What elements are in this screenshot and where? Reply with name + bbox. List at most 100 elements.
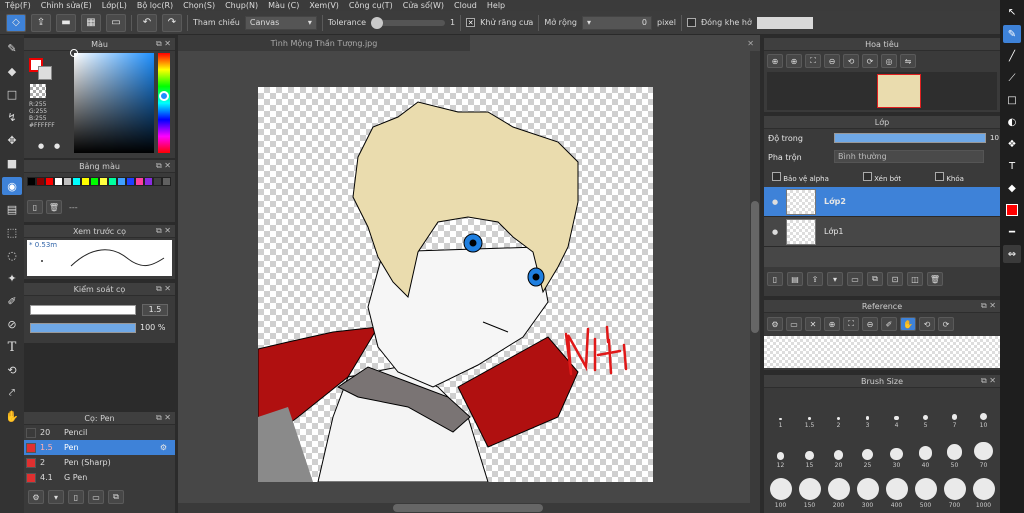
slider-knob[interactable]: [371, 16, 384, 29]
palette-swatch[interactable]: [135, 177, 144, 186]
menu-item[interactable]: Công cụ(T): [344, 1, 398, 10]
close-document-icon[interactable]: ✕: [747, 39, 754, 48]
brush-size-cell[interactable]: 20: [824, 429, 853, 469]
protect-alpha-option[interactable]: Bảo vệ alpha: [772, 172, 829, 183]
zoom-in-2-icon[interactable]: ⊕: [786, 54, 802, 68]
brush-size-cell[interactable]: 40: [911, 429, 940, 469]
cursor-icon[interactable]: ↖: [1003, 3, 1021, 21]
ref-open-icon[interactable]: ▭: [786, 317, 802, 331]
rotate-right-icon[interactable]: ⟳: [862, 54, 878, 68]
menu-item[interactable]: Cloud: [449, 1, 482, 10]
brush-size-cell[interactable]: 400: [882, 469, 911, 509]
eraser-icon[interactable]: ◆: [1003, 179, 1021, 197]
menu-item[interactable]: Lớp(L): [97, 1, 132, 10]
brush-opacity-slider[interactable]: [30, 323, 136, 333]
brush-size-cell[interactable]: 700: [940, 469, 969, 509]
brush-size-cell[interactable]: 1: [766, 389, 795, 429]
brush-size-cell[interactable]: 150: [795, 469, 824, 509]
reset-rotation-icon[interactable]: ◎: [881, 54, 897, 68]
palette-swatch[interactable]: [117, 177, 126, 186]
new-layer-icon[interactable]: ▯: [767, 272, 783, 286]
ref-rotate-right-icon[interactable]: ⟳: [938, 317, 954, 331]
delete-palette-icon[interactable]: 🗑: [46, 200, 62, 214]
ref-zoom-in-icon[interactable]: ⊕: [824, 317, 840, 331]
saturation-value-picker[interactable]: [70, 49, 154, 153]
close-gap-checkbox[interactable]: [686, 18, 696, 27]
line-width-icon[interactable]: ━: [1003, 223, 1021, 241]
panel-close-icon[interactable]: ⧉ ✕: [156, 226, 171, 236]
color-swatch[interactable]: [1003, 201, 1021, 219]
move-tool-icon[interactable]: ✥: [2, 131, 22, 149]
clear-layer-icon[interactable]: ◫: [907, 272, 923, 286]
brush-row[interactable]: 1.5 Pen ⚙: [24, 440, 175, 455]
brush-size-cell[interactable]: 4: [882, 389, 911, 429]
brush-settings-icon[interactable]: ⚙: [28, 490, 44, 504]
background-color-swatch[interactable]: [38, 66, 52, 80]
palette-swatch[interactable]: [63, 177, 72, 186]
brush-settings-icon[interactable]: ⚙: [160, 443, 167, 452]
navigator-preview[interactable]: [767, 72, 997, 110]
menu-item[interactable]: Bộ lọc(R): [132, 1, 178, 10]
menu-item[interactable]: Xem(V): [304, 1, 344, 10]
new-raster-icon[interactable]: ▤: [787, 272, 803, 286]
swap-icon[interactable]: ⇔: [1003, 245, 1021, 263]
rect-tool-icon[interactable]: □: [1003, 91, 1021, 109]
vertical-scrollbar[interactable]: [750, 51, 760, 513]
brush-size-cell[interactable]: 100: [766, 469, 795, 509]
clipping-checkbox[interactable]: [862, 172, 872, 181]
panel-close-icon[interactable]: ⧉ ✕: [156, 413, 171, 423]
palette-swatch[interactable]: [72, 177, 81, 186]
close-gap-slider[interactable]: [756, 16, 813, 29]
hand-tool-icon[interactable]: ✋: [2, 407, 22, 425]
brush-size-cell[interactable]: 50: [940, 429, 969, 469]
zoom-out-icon[interactable]: ⊖: [824, 54, 840, 68]
brush-size-cell[interactable]: 200: [824, 469, 853, 509]
copy-brush-icon[interactable]: ▯: [68, 490, 84, 504]
brush-size-cell[interactable]: 15: [795, 429, 824, 469]
layer-opacity-slider[interactable]: [834, 133, 986, 143]
brush-size-cell[interactable]: 30: [882, 429, 911, 469]
brush-size-slider[interactable]: [30, 305, 136, 315]
palette-swatch[interactable]: [144, 177, 153, 186]
ref-settings-icon[interactable]: ⚙: [767, 317, 783, 331]
select-lasso-icon[interactable]: ◌: [2, 246, 22, 264]
comment-icon[interactable]: ▬: [56, 13, 76, 32]
blend-select[interactable]: Bình thường: [834, 150, 984, 163]
horizontal-scrollbar[interactable]: [178, 503, 750, 513]
import-layer-icon[interactable]: ⇪: [807, 272, 823, 286]
brush-row[interactable]: 20 Pencil: [24, 425, 175, 440]
undo-icon[interactable]: ↶: [137, 13, 157, 32]
eyedropper-icon[interactable]: ⤤: [2, 384, 22, 402]
brush-size-cell[interactable]: 3: [853, 389, 882, 429]
eraser-tool-icon[interactable]: ◆: [2, 62, 22, 80]
ref-rotate-left-icon[interactable]: ⟲: [919, 317, 935, 331]
brush-size-cell[interactable]: 2: [824, 389, 853, 429]
panel-close-icon[interactable]: ⧉ ✕: [981, 376, 996, 386]
menu-item[interactable]: Chọn(S): [178, 1, 220, 10]
palette-swatch[interactable]: [99, 177, 108, 186]
menu-item[interactable]: Cửa sổ(W): [398, 1, 449, 10]
fill-icon[interactable]: ◐: [1003, 113, 1021, 131]
color-picker-cursor[interactable]: [70, 49, 78, 57]
transparent-swatch[interactable]: [30, 84, 46, 98]
layer-row[interactable]: ● Lớp1: [764, 217, 1000, 247]
palette-swatch[interactable]: [90, 177, 99, 186]
reference-canvas[interactable]: [764, 336, 1000, 368]
menu-item[interactable]: Chụp(N): [220, 1, 263, 10]
select-rect-icon[interactable]: ⬚: [2, 223, 22, 241]
antialias-checkbox[interactable]: ✕: [466, 18, 476, 27]
clipping-option[interactable]: Xén bớt: [862, 172, 901, 183]
palette-swatch[interactable]: [126, 177, 135, 186]
reference-select[interactable]: Canvas ▾: [244, 15, 317, 30]
paint-icon[interactable]: ❖: [1003, 135, 1021, 153]
vertical-scroll-thumb[interactable]: [751, 201, 759, 333]
palette-swatch[interactable]: [153, 177, 162, 186]
gradient-tool-icon[interactable]: ▤: [2, 200, 22, 218]
hue-slider[interactable]: [158, 53, 170, 153]
color-mode-icon[interactable]: ●: [38, 141, 50, 150]
line-tool-icon[interactable]: ⟋: [1003, 69, 1021, 87]
protect-alpha-checkbox[interactable]: [772, 172, 781, 181]
panel-close-icon[interactable]: ⧉ ✕: [156, 284, 171, 294]
brush-size-cell[interactable]: 10: [969, 389, 998, 429]
brush-size-value[interactable]: 1.5: [142, 304, 168, 316]
